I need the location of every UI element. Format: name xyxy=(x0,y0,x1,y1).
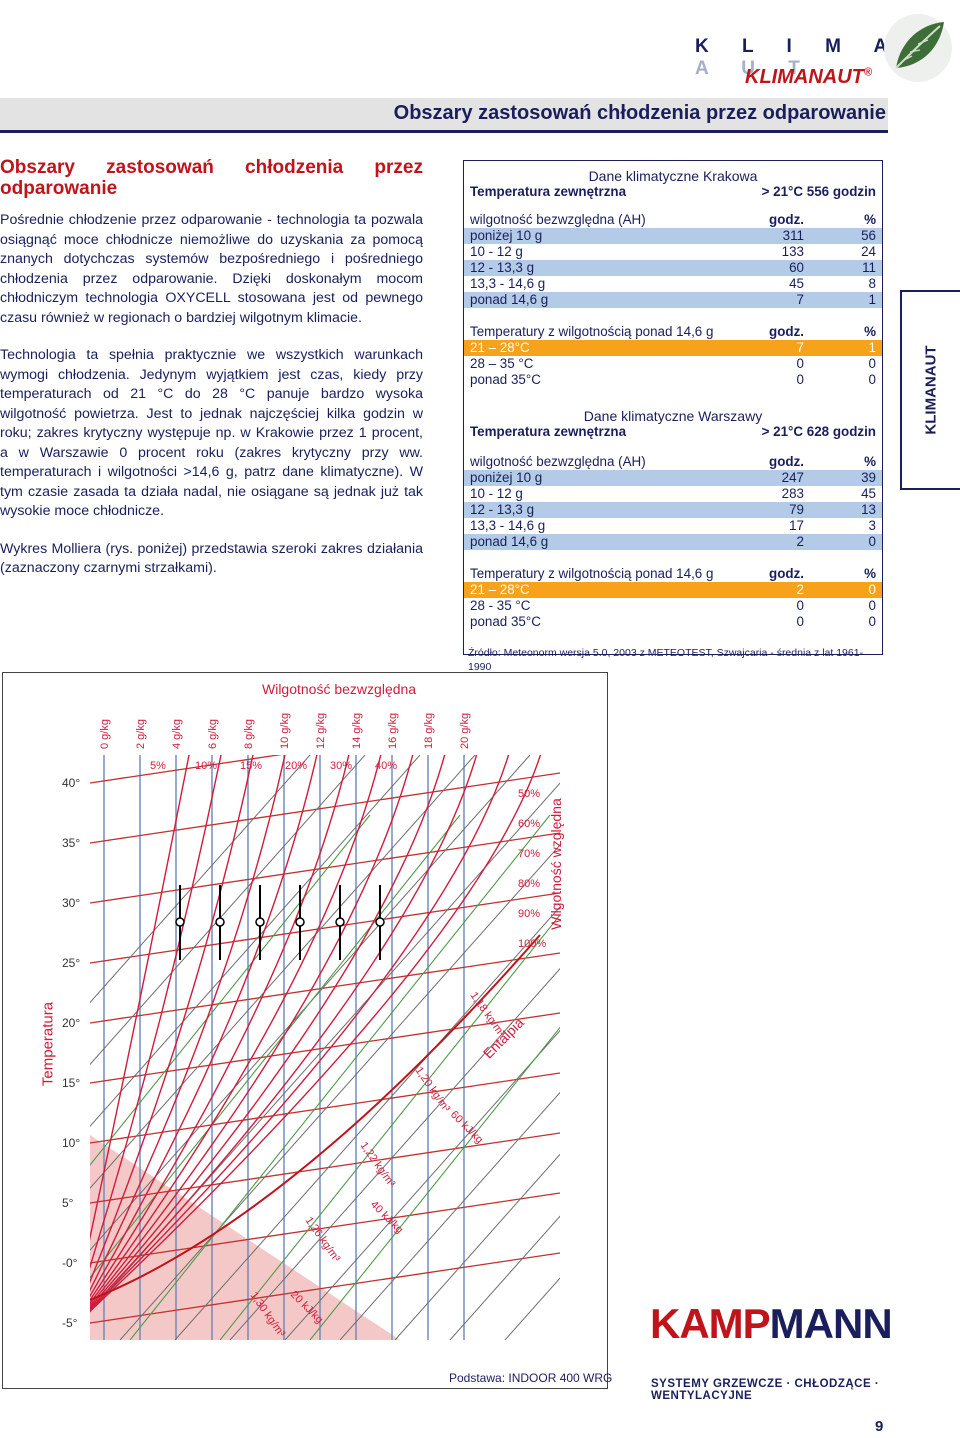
warsaw-ah-header: wilgotność bezwzględna (AH) godz. % xyxy=(470,454,876,469)
range-marker-dot xyxy=(295,917,305,927)
kampmann-logo: KAMPMANN xyxy=(650,1300,893,1347)
climate-data-box: Dane klimatyczne Krakowa Temperatura zew… xyxy=(463,160,883,673)
rh-top-label: 30% xyxy=(330,760,352,772)
table-row: 13,3 - 14,6 g 17 3 xyxy=(470,518,876,533)
warsaw-temp-value: > 21°C 628 godzin xyxy=(761,424,876,439)
range-marker-dot xyxy=(335,917,345,927)
range-marker-dot xyxy=(375,917,385,927)
rh-right-label: 90% xyxy=(518,908,540,920)
temperature-tick-label: -5° xyxy=(62,1316,78,1330)
paragraph-1: Pośrednie chłodzenie przez odparowanie -… xyxy=(0,212,423,326)
paragraph-3: Wykres Molliera (rys. poniżej) przedstaw… xyxy=(0,540,423,577)
page-title: Obszary zastosowań chłodzenia przez odpa… xyxy=(393,102,886,124)
chart-caption: Podstawa: INDOOR 400 WRG xyxy=(449,1371,613,1385)
temperature-tick-label: 5° xyxy=(62,1196,74,1210)
moisture-tick-label: 10 g/kg xyxy=(279,713,291,749)
temperature-tick-label: 35° xyxy=(62,836,80,850)
rh-right-label: 70% xyxy=(518,848,540,860)
krakow-title: Dane klimatyczne Krakowa xyxy=(588,168,758,184)
moisture-tick-label: 20 g/kg xyxy=(459,713,471,749)
chart-top-label: Wilgotność bezwzględna xyxy=(262,681,417,697)
temperature-tick-label: 20° xyxy=(62,1016,80,1030)
temperature-tick-label: -0° xyxy=(62,1256,78,1270)
temperature-tick-label: 15° xyxy=(62,1076,80,1090)
rh-top-label: 15% xyxy=(240,760,262,772)
moisture-tick-label: 8 g/kg xyxy=(243,719,255,749)
moisture-tick-label: 6 g/kg xyxy=(207,719,219,749)
rh-right-label: 80% xyxy=(518,878,540,890)
critical-row: 21 – 28°C 2 0 xyxy=(464,582,882,598)
page-number: 9 xyxy=(875,1418,884,1435)
moisture-tick-label: 16 g/kg xyxy=(387,713,399,749)
krakow-temp-row: Temperatura zewnętrzna > 21°C 556 godzin xyxy=(464,184,882,200)
table-row: ponad 14,6 g20 xyxy=(464,534,882,550)
warsaw-temp-row: Temperatura zewnętrzna > 21°C 628 godzin xyxy=(464,424,882,440)
krakow-temp-value: > 21°C 556 godzin xyxy=(761,184,876,199)
moisture-tick-label: 18 g/kg xyxy=(423,713,435,749)
temperature-tick-label: 25° xyxy=(62,956,80,970)
chart-left-label: Temperatura xyxy=(39,1001,57,1087)
warsaw-temp-label: Temperatura zewnętrzna xyxy=(470,424,627,439)
leaf-logo-icon xyxy=(884,14,952,82)
brand-name: KLIMANAUT® xyxy=(745,66,872,88)
mollier-chart: 0 g/kg 2 g/kg 4 g/kg 6 g/kg 8 g/kg 10 g/kg 12 … xyxy=(62,713,560,1340)
rh-top-label: 40% xyxy=(375,760,397,772)
table-row: 10 - 12 g 133 24 xyxy=(470,244,876,259)
krakow-temp-header: Temperatury z wilgotnością ponad 14,6 g … xyxy=(470,324,876,339)
table-row: 28 – 35 °C 0 0 xyxy=(470,356,876,371)
rh-right-label: 60% xyxy=(518,818,540,830)
side-tab: KLIMANAUT xyxy=(900,290,960,490)
intro-column: Obszary zastosowań chłodzenia przez odpa… xyxy=(0,157,423,597)
table-row: ponad 14,6 g71 xyxy=(464,292,882,308)
table-row: 28 - 35 °C 0 0 xyxy=(470,598,876,613)
moisture-tick-label: 14 g/kg xyxy=(351,713,363,749)
table-row: poniżej 10 g 247 39 xyxy=(464,470,882,486)
table-row: ponad 35°C 0 0 xyxy=(470,372,876,387)
range-marker-dot xyxy=(255,917,265,927)
source-note: Źródło: Meteonorm wersja 5.0, 2003 z MET… xyxy=(468,647,864,673)
table-row: 12 - 13,3 g 79 13 xyxy=(464,502,882,518)
rh-right-label: 50% xyxy=(518,788,540,800)
krakow-temp-label: Temperatura zewnętrzna xyxy=(470,184,627,199)
temperature-tick-label: 40° xyxy=(62,776,80,790)
temperature-tick-label: 30° xyxy=(62,896,80,910)
critical-row: 21 – 28°C 7 1 xyxy=(464,340,882,356)
chart-right-label: Wilgotność względna xyxy=(548,798,564,930)
table-row: ponad 35°C 0 0 xyxy=(470,614,876,629)
warsaw-temp-header: Temperatury z wilgotnością ponad 14,6 g … xyxy=(470,566,876,581)
krakow-ah-header: wilgotność bezwzględna (AH) godz. % xyxy=(470,212,876,227)
table-row: 12 - 13,3 g 60 11 xyxy=(464,260,882,276)
table-row: 13,3 - 14,6 g 45 8 xyxy=(470,276,876,291)
kampmann-tagline: SYSTEMY GRZEWCZE · CHŁODZĄCE · WENTYLACY… xyxy=(651,1378,880,1402)
section-heading: Obszary zastosowań chłodzenia przez odpa… xyxy=(0,157,423,199)
warsaw-title: Dane klimatyczne Warszawy xyxy=(583,408,763,424)
table-row: poniżej 10 g 311 56 xyxy=(464,228,882,244)
range-marker-dot xyxy=(175,917,185,927)
paragraph-2: Technologia ta spełnia praktycznie we ws… xyxy=(0,347,423,519)
rh-top-label: 20% xyxy=(285,760,307,772)
range-marker-dot xyxy=(215,917,225,927)
rh-right-label: 100% xyxy=(518,938,546,950)
rh-top-label: 10% xyxy=(195,760,217,772)
temperature-tick-label: 10° xyxy=(62,1136,80,1150)
moisture-tick-label: 2 g/kg xyxy=(135,719,147,749)
moisture-tick-label: 4 g/kg xyxy=(171,719,183,749)
moisture-tick-label: 12 g/kg xyxy=(315,713,327,749)
table-row: 10 - 12 g 283 45 xyxy=(470,486,876,501)
rh-top-label: 5% xyxy=(150,760,166,772)
moisture-tick-label: 0 g/kg xyxy=(99,719,111,749)
